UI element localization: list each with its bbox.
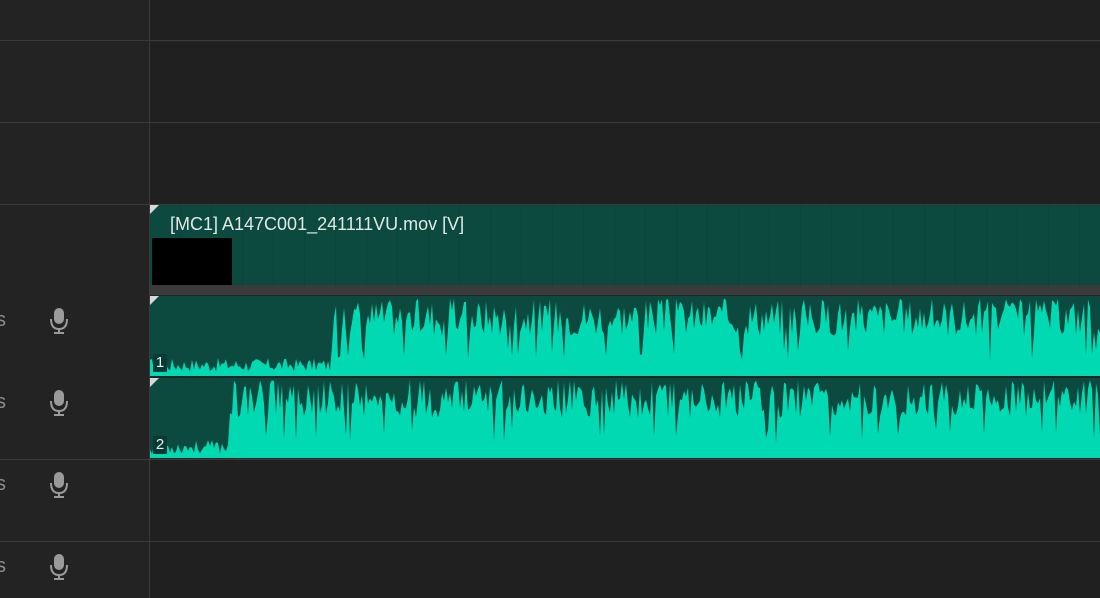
track-lane-v4[interactable] — [150, 0, 1100, 40]
track-separator — [0, 122, 1100, 123]
track-lane-a4[interactable] — [150, 542, 1100, 598]
microphone-icon[interactable] — [48, 306, 70, 336]
microphone-icon[interactable] — [48, 470, 70, 500]
track-lane-v2[interactable] — [150, 124, 1100, 204]
waveform — [150, 298, 1100, 376]
video-thumbnail — [152, 238, 232, 285]
track-lane-a3[interactable] — [150, 460, 1100, 541]
waveform — [150, 380, 1100, 458]
audio-track-header-a4: s — [0, 542, 149, 598]
clip-start-marker — [150, 378, 159, 387]
track-label-fragment: s — [0, 391, 6, 413]
audio-clip-1[interactable]: 1 — [150, 296, 1100, 376]
track-separator — [0, 40, 1100, 41]
video-clip-title: [MC1] A147C001_241111VU.mov [V] — [170, 214, 465, 234]
microphone-icon[interactable] — [48, 552, 70, 582]
track-label-fragment: s — [0, 473, 6, 495]
clip-start-marker — [150, 205, 159, 214]
clip-start-marker — [150, 296, 159, 305]
audio-channel-label: 1 — [153, 354, 167, 372]
video-clip[interactable]: [MC1] A147C001_241111VU.mov [V] — [150, 205, 1100, 285]
video-audio-gap — [150, 285, 1100, 295]
microphone-icon[interactable] — [48, 388, 70, 418]
track-lane-v3[interactable] — [150, 42, 1100, 122]
track-label-fragment: s — [0, 555, 6, 577]
audio-track-header-a1: s — [0, 296, 149, 376]
track-label-fragment: s — [0, 309, 6, 331]
waveform-shape — [150, 380, 1100, 458]
audio-track-header-a2: s — [0, 378, 149, 458]
audio-clip-2[interactable]: 2 — [150, 378, 1100, 458]
audio-track-header-a3: s — [0, 460, 149, 540]
waveform-shape — [150, 298, 1100, 376]
audio-channel-label: 2 — [153, 436, 167, 454]
